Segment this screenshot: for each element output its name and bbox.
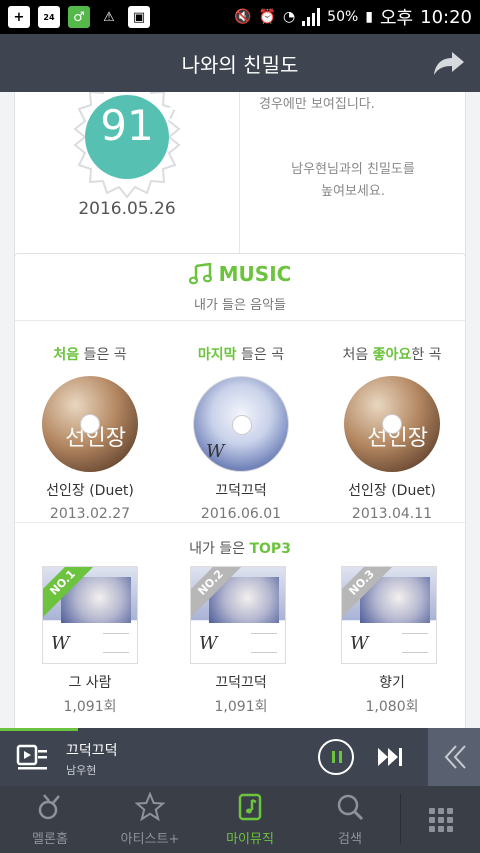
music-subtitle: 내가 들은 음악들 <box>194 298 286 313</box>
first-played-label: 처음 들은 곡 <box>53 347 127 363</box>
cover-text-lines <box>251 633 277 653</box>
share-icon[interactable] <box>432 48 466 78</box>
top3-song-name: 향기 <box>379 675 405 691</box>
top3-play-count: 1,080회 <box>365 699 419 715</box>
alarm-icon: ⏰ <box>258 9 276 25</box>
album-disc: W <box>193 376 289 472</box>
first-liked-label: 처음 좋아요한 곡 <box>342 347 442 363</box>
divider <box>15 522 465 523</box>
music-header: MUSIC <box>15 262 465 286</box>
disc-hole <box>382 414 402 434</box>
music-note-icon <box>188 263 212 285</box>
disc-hole <box>232 415 252 435</box>
battery-icon: ▮ <box>365 9 373 25</box>
add-icon: + <box>8 6 30 28</box>
content-scroll[interactable]: 91 2016.05.26 경우에만 보여집니다. 남우현님과의 친밀도를 높여… <box>0 92 480 728</box>
clock: 10:20 <box>420 6 472 28</box>
top3-song-name: 그 사람 <box>68 675 112 691</box>
playback-progress[interactable] <box>0 728 78 731</box>
degree-icon <box>165 107 179 121</box>
mini-player[interactable]: 끄덕끄덕 남우현 <box>0 728 480 786</box>
nav-label: 검색 <box>338 832 362 847</box>
last-played-label: 마지막 들은 곡 <box>197 347 285 363</box>
cover-letter: W <box>206 441 225 462</box>
notice-text: 경우에만 보여집니다. <box>259 97 375 112</box>
cover-letter: W <box>199 633 218 654</box>
grid-icon <box>428 807 453 832</box>
music-title: MUSIC <box>218 262 292 286</box>
album-disc: 선인장 <box>344 376 440 472</box>
nav-melon-home[interactable]: 멜론홈 <box>0 786 100 853</box>
disc-hole <box>80 414 100 434</box>
nav-label: 아티스트+ <box>120 832 180 847</box>
collapse-player-icon[interactable] <box>428 728 480 786</box>
pause-bar <box>332 751 335 763</box>
cover-letter: W <box>350 633 369 654</box>
intimacy-message: 남우현님과의 친밀도를 높여보세요. <box>239 159 467 203</box>
menu-grid-button[interactable] <box>401 786 480 853</box>
song-name: 끄덕끄덕 <box>215 483 267 499</box>
nav-artist-plus[interactable]: 아티스트+ <box>100 786 200 853</box>
music-card: MUSIC 내가 들은 음악들 처음 들은 곡 선인장 선인장 (Duet) 2… <box>14 253 466 728</box>
song-name: 선인장 (Duet) <box>46 483 134 499</box>
melon-icon: ♂ <box>68 6 90 28</box>
first-played-song[interactable]: 처음 들은 곡 선인장 선인장 (Duet) 2013.02.27 <box>15 344 165 522</box>
message-line-2: 높여보세요. <box>321 184 385 199</box>
last-played-song[interactable]: 마지막 들은 곡 W 끄덕끄덕 2016.06.01 <box>166 344 316 522</box>
signal-icon <box>302 8 321 26</box>
page-title: 나와의 친밀도 <box>181 52 299 77</box>
ampm-label: 오후 <box>380 8 414 29</box>
cover-text-lines <box>402 633 428 653</box>
wifi-icon: ◔ <box>282 9 296 25</box>
nav-label: 멜론홈 <box>32 832 68 847</box>
nav-my-music[interactable]: 마이뮤직 <box>200 786 300 853</box>
pause-button[interactable] <box>318 739 354 775</box>
message-line-1: 남우현님과의 친밀도를 <box>291 162 415 177</box>
top3-play-count: 1,091회 <box>214 699 268 715</box>
top3-play-count: 1,091회 <box>63 699 117 715</box>
song-name: 선인장 (Duet) <box>348 483 436 499</box>
briefcase-icon: ▣ <box>128 6 150 28</box>
nav-search[interactable]: 검색 <box>300 786 400 853</box>
top3-album-3[interactable]: W NO.3 <box>341 566 437 664</box>
song-date: 2013.02.27 <box>49 506 131 522</box>
battery-percent: 50% <box>327 9 359 25</box>
cover-letter: W <box>51 633 70 654</box>
song-date: 2013.04.11 <box>351 506 433 522</box>
top3-song-name: 끄덕끄덕 <box>215 675 267 691</box>
app-header: 나와의 친밀도 <box>0 34 480 92</box>
melon-icon <box>38 794 60 820</box>
bottom-nav: 멜론홈 아티스트+ 마이뮤직 검색 <box>0 786 480 853</box>
yes24-icon: 24 <box>38 6 60 28</box>
mute-icon: 🔇 <box>234 9 252 25</box>
pause-bar <box>339 751 342 763</box>
album-disc: 선인장 <box>42 376 138 472</box>
status-bar: + 24 ♂ ⚠ ▣ 🔇 ⏰ ◔ 50% ▮ 오후 10:20 <box>0 0 480 34</box>
top3-album-2[interactable]: W NO.2 <box>190 566 286 664</box>
top3-title: 내가 들은 TOP3 <box>189 541 291 557</box>
search-icon <box>337 794 364 821</box>
cover-text-lines <box>103 633 129 653</box>
player-song-title: 끄덕끄덕 <box>66 743 118 759</box>
top3-album-1[interactable]: W NO.1 <box>42 566 138 664</box>
my-music-icon <box>238 793 262 821</box>
divider <box>15 320 465 321</box>
nav-label: 마이뮤직 <box>226 832 274 847</box>
next-track-icon[interactable] <box>376 746 404 768</box>
playlist-icon[interactable] <box>16 742 48 772</box>
song-date: 2016.06.01 <box>200 506 282 522</box>
star-icon <box>135 792 165 822</box>
warning-icon: ⚠ <box>103 9 115 25</box>
player-artist: 남우현 <box>66 764 97 777</box>
intimacy-date: 2016.05.26 <box>78 199 176 219</box>
first-liked-song[interactable]: 처음 좋아요한 곡 선인장 선인장 (Duet) 2013.04.11 <box>317 344 467 522</box>
